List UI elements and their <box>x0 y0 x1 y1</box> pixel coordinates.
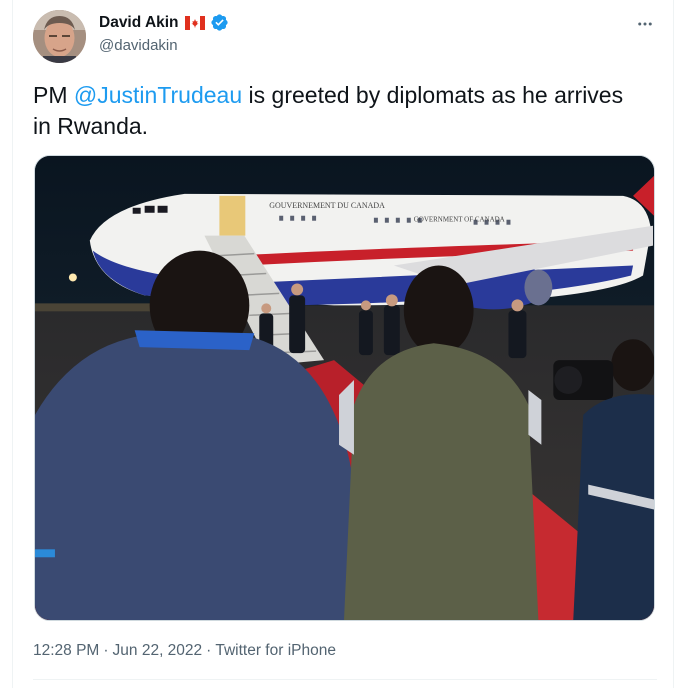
livery-text-fr: GOUVERNEMENT DU CANADA <box>269 201 385 210</box>
tweet-time[interactable]: 12:28 PM <box>33 642 99 660</box>
tweet-text: PM @JustinTrudeau is greeted by diplomat… <box>33 80 633 142</box>
author-handle[interactable]: @davidakin <box>99 37 178 54</box>
meta-separator-1: · <box>103 642 109 659</box>
author-name-row: David Akin <box>99 13 229 32</box>
mention-link[interactable]: @JustinTrudeau <box>74 82 242 108</box>
tweet-text-prefix: PM <box>33 82 74 108</box>
more-options-button[interactable] <box>633 12 657 36</box>
divider <box>33 679 657 680</box>
verified-badge-icon <box>210 13 229 32</box>
avatar-image <box>33 10 86 63</box>
canada-flag-icon <box>184 15 205 30</box>
tweet-date[interactable]: Jun 22, 2022 <box>113 642 203 660</box>
tweet-source[interactable]: Twitter for iPhone <box>215 642 336 660</box>
author-display-name[interactable]: David Akin <box>99 14 179 32</box>
tweet-meta: 12:28 PM · Jun 22, 2022 · Twitter for iP… <box>33 642 336 660</box>
more-dots-icon <box>638 22 652 26</box>
tweet-photo[interactable]: GOUVERNEMENT DU CANADA GOVERNMENT OF CAN… <box>34 155 655 621</box>
author-avatar[interactable] <box>33 10 86 63</box>
photo-illustration: GOUVERNEMENT DU CANADA GOVERNMENT OF CAN… <box>35 156 654 620</box>
tweet-card: David Akin @davidakin PM @JustinTrudeau … <box>12 0 674 688</box>
livery-text-en: GOVERNMENT OF CANADA <box>414 216 505 224</box>
meta-separator-2: · <box>206 642 212 659</box>
